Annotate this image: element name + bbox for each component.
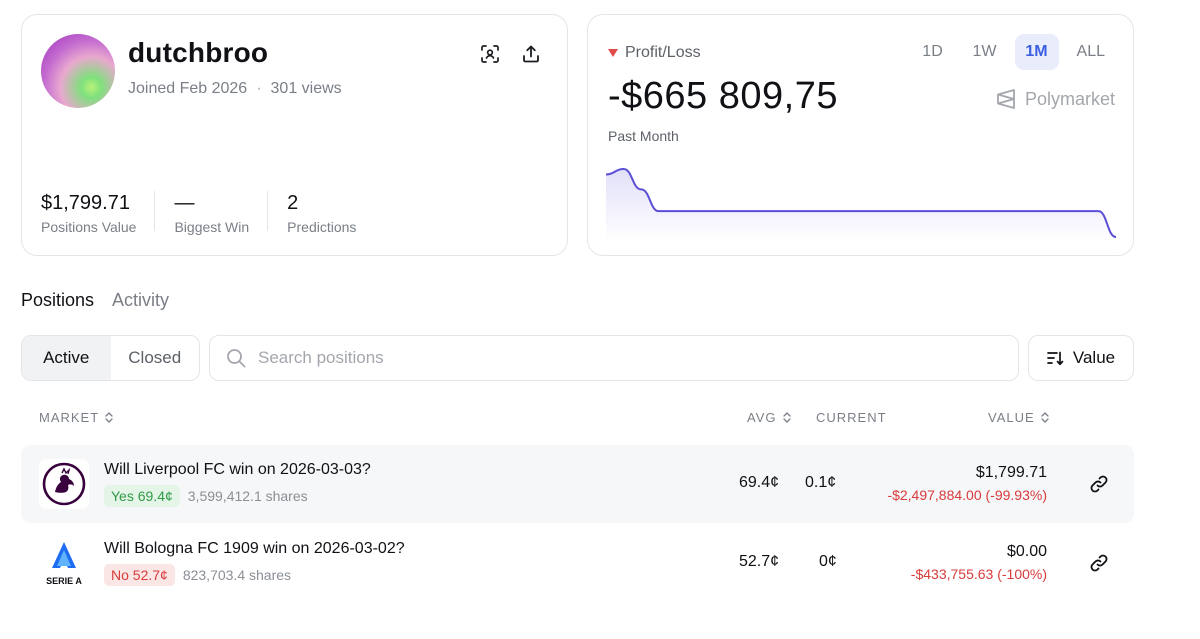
premier-league-logo [39, 459, 89, 509]
closed-filter-button[interactable]: Closed [111, 336, 200, 380]
sparkline-area [606, 169, 1116, 241]
username: dutchbroo [128, 37, 269, 68]
table-row[interactable]: SERIE A Will Bologna FC 1909 win on 2026… [21, 524, 1134, 602]
polymarket-logo-icon [997, 89, 1015, 109]
current-column-header: CURRENT [816, 410, 887, 425]
serie-a-logo: SERIE A [39, 538, 89, 588]
avg-price: 69.4¢ [738, 474, 779, 491]
brand-name: Polymarket [1024, 88, 1115, 109]
stat-predictions: 2 Predictions [287, 191, 374, 235]
stat-label: Biggest Win [174, 219, 250, 235]
table-row[interactable]: Will Liverpool FC win on 2026-03-03? Yes… [21, 445, 1134, 523]
stat-value: $1,799.71 [41, 192, 130, 214]
range-selector: 1D 1W 1M ALL [911, 34, 1115, 70]
stat-value: 2 [287, 192, 299, 214]
search-box [209, 335, 1019, 381]
value-column-header[interactable]: VALUE [988, 410, 1050, 425]
search-icon [227, 349, 246, 368]
pnl-card: Profit/Loss -$665 809,75 Past Month 1D 1… [587, 14, 1134, 256]
tab-activity[interactable]: Activity [112, 290, 169, 311]
pnl-sparkline [606, 167, 1116, 241]
market-title[interactable]: Will Liverpool FC win on 2026-03-03? [104, 461, 371, 479]
pnl-header: Profit/Loss [608, 44, 701, 62]
avatar [41, 34, 115, 108]
positions-tabs: Positions Activity [21, 290, 169, 311]
share-count: 823,703.4 shares [182, 567, 292, 583]
position-value: $1,799.71 [975, 464, 1047, 481]
outcome-badge: No 52.7¢ [104, 564, 175, 586]
link-icon[interactable] [1089, 474, 1109, 494]
range-1w[interactable]: 1W [963, 34, 1007, 70]
header-label: AVG [747, 410, 777, 425]
profile-meta: Joined Feb 2026 · 301 views [128, 80, 342, 98]
search-input[interactable] [258, 348, 958, 368]
market-title[interactable]: Will Bologna FC 1909 win on 2026-03-02? [104, 540, 405, 558]
stat-label: Predictions [287, 219, 357, 235]
stat-positions-value: $1,799.71 Positions Value [41, 191, 156, 235]
sort-label: Value [1072, 348, 1116, 367]
meta-separator: · [256, 80, 262, 97]
range-all[interactable]: ALL [1067, 34, 1115, 70]
position-pnl: -$2,497,884.00 (-99.93%) [887, 487, 1047, 503]
sort-chevrons-icon [1041, 412, 1049, 423]
pnl-value: -$665 809,75 [608, 75, 838, 117]
header-label: MARKET [39, 410, 100, 425]
sort-icon [1047, 351, 1064, 365]
sort-chevrons-icon [105, 412, 113, 423]
scan-icon[interactable] [479, 43, 501, 65]
serie-a-text: SERIE A [46, 576, 82, 586]
joined-date: Joined Feb 2026 [128, 80, 248, 97]
view-count: 301 views [270, 80, 342, 97]
range-1d[interactable]: 1D [911, 34, 955, 70]
current-price: 0¢ [819, 553, 837, 570]
profile-card: dutchbroo Joined Feb 2026 · 301 views $1… [21, 14, 568, 256]
range-1m[interactable]: 1M [1014, 34, 1059, 70]
position-pnl: -$433,755.63 (-100%) [910, 566, 1047, 582]
status-toggle: Active Closed [21, 335, 200, 381]
share-count: 3,599,412.1 shares [187, 488, 308, 504]
stat-label: Positions Value [41, 219, 137, 235]
header-label: VALUE [988, 410, 1035, 425]
active-filter-button[interactable]: Active [22, 336, 111, 380]
avg-price: 52.7¢ [738, 553, 779, 570]
position-details: Yes 69.4¢ 3,599,412.1 shares [104, 485, 308, 507]
link-icon[interactable] [1089, 553, 1109, 573]
pnl-period: Past Month [608, 128, 679, 144]
down-triangle-icon [608, 49, 618, 57]
stat-value: — [174, 192, 195, 214]
avg-column-header[interactable]: AVG [747, 410, 792, 425]
tab-positions[interactable]: Positions [21, 290, 94, 311]
market-column-header[interactable]: MARKET [39, 410, 114, 425]
sort-button[interactable]: Value [1028, 335, 1134, 381]
outcome-badge: Yes 69.4¢ [104, 485, 180, 507]
position-details: No 52.7¢ 823,703.4 shares [104, 564, 291, 586]
current-price: 0.1¢ [805, 474, 837, 491]
sort-chevrons-icon [782, 412, 791, 423]
stat-biggest-win: — Biggest Win [174, 191, 269, 235]
share-icon[interactable] [520, 43, 542, 65]
position-value: $0.00 [1006, 543, 1047, 560]
profile-stats: $1,799.71 Positions Value — Biggest Win … [41, 191, 393, 235]
pnl-label: Profit/Loss [625, 44, 701, 61]
polymarket-brand: Polymarket [996, 88, 1115, 110]
header-label: CURRENT [816, 410, 887, 425]
